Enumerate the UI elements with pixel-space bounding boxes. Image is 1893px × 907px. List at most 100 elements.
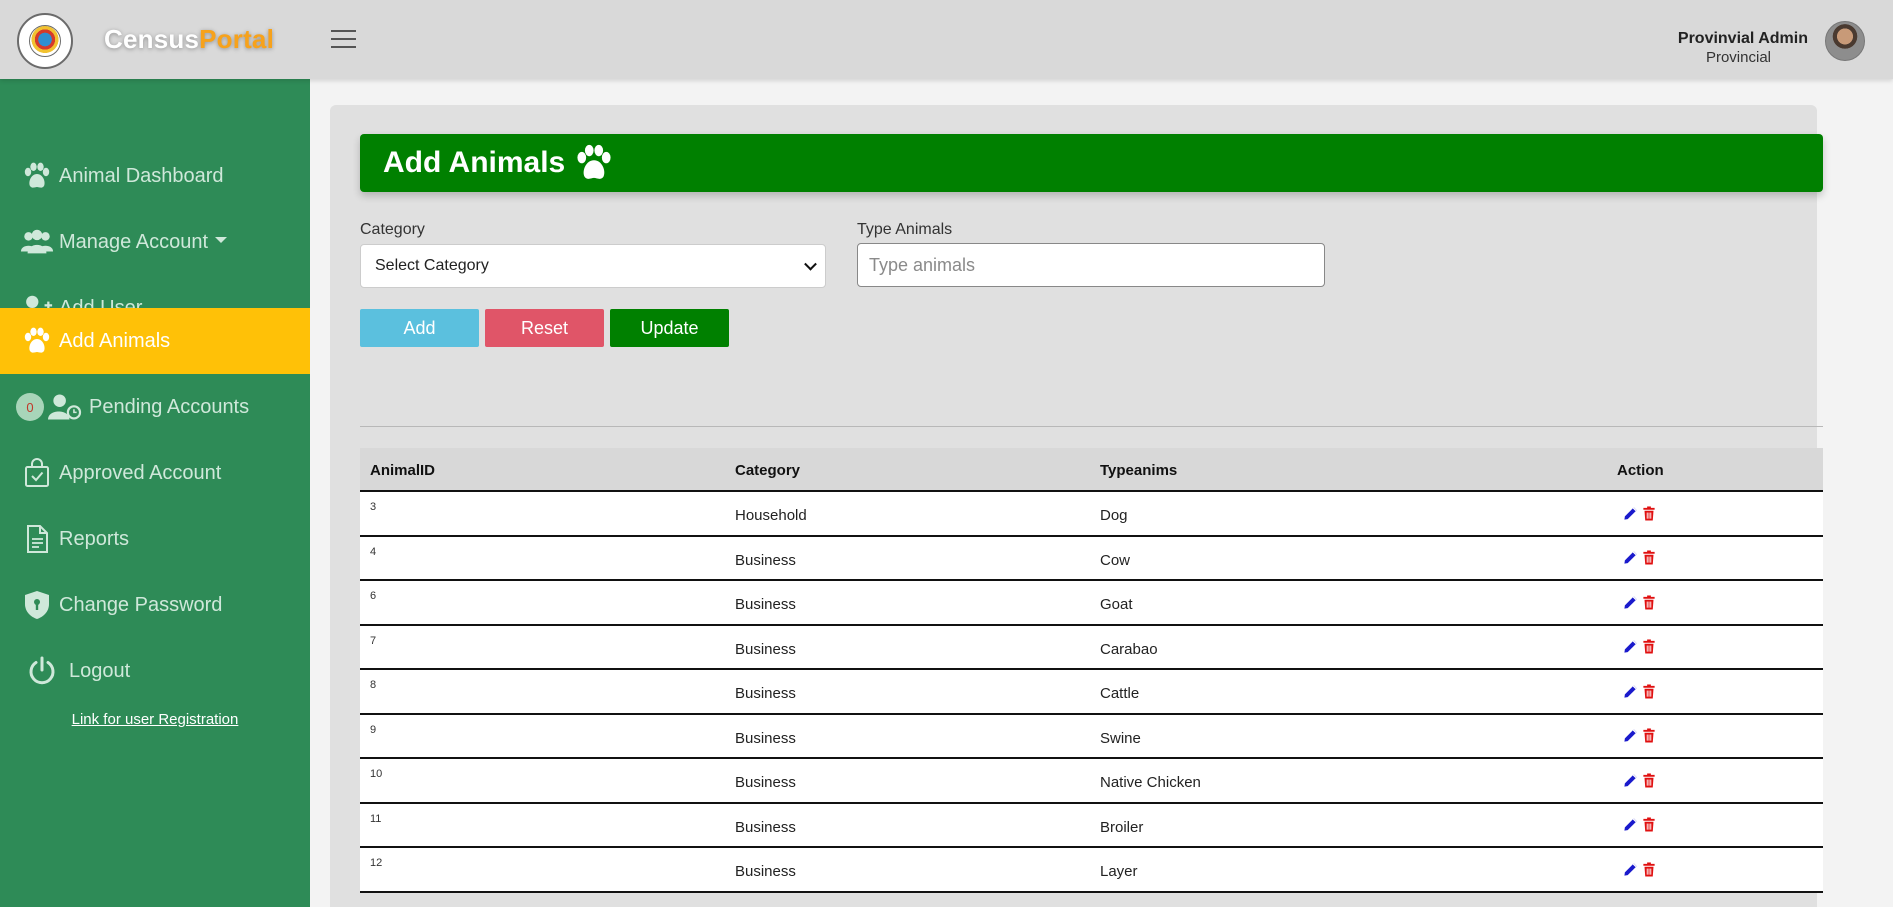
brand-logo[interactable]: CensusPortal bbox=[104, 24, 274, 55]
edit-pencil-icon[interactable] bbox=[1622, 772, 1638, 788]
cell-category: Business bbox=[735, 551, 796, 569]
sidebar-item-logout[interactable]: Logout bbox=[0, 638, 310, 704]
sidebar-item-change-password[interactable]: Change Password bbox=[0, 572, 310, 638]
type-animals-label: Type Animals bbox=[857, 221, 953, 238]
sidebar-item-add-animals[interactable]: Add Animals bbox=[0, 308, 310, 374]
divider bbox=[360, 426, 1823, 427]
delete-trash-icon[interactable] bbox=[1641, 594, 1657, 610]
users-icon bbox=[20, 225, 54, 259]
table-row: 9 Business Swine bbox=[360, 714, 1823, 759]
cell-type: Cow bbox=[1100, 551, 1131, 569]
cell-type: Broiler bbox=[1100, 818, 1144, 836]
shield-lock-icon bbox=[20, 588, 54, 622]
sidebar-item-label: Add Animals bbox=[59, 329, 171, 352]
cell-type: Carabao bbox=[1100, 640, 1158, 658]
sidebar-item-label: Logout bbox=[69, 659, 131, 682]
delete-trash-icon[interactable] bbox=[1641, 861, 1657, 877]
delete-trash-icon[interactable] bbox=[1641, 728, 1657, 744]
sidebar-item-label: Change Password bbox=[59, 593, 223, 616]
page-banner: Add Animals bbox=[360, 134, 1823, 192]
cell-type: Cattle bbox=[1100, 685, 1140, 702]
chevron-down-icon bbox=[215, 237, 227, 244]
cell-category: Business bbox=[735, 863, 796, 880]
update-button[interactable]: Update bbox=[610, 309, 729, 347]
pending-count-badge: 0 bbox=[16, 393, 44, 421]
power-icon bbox=[25, 654, 59, 688]
edit-pencil-icon[interactable] bbox=[1622, 683, 1638, 699]
page-title: Add Animals bbox=[383, 146, 566, 179]
cell-category: Business bbox=[735, 729, 796, 747]
top-header: CensusPortal Provinvial Admin Provincial bbox=[0, 0, 1893, 79]
cell-id: 8 bbox=[370, 679, 377, 691]
sidebar-item-approved-account[interactable]: Approved Account bbox=[0, 440, 310, 506]
avatar[interactable] bbox=[1825, 21, 1865, 61]
delete-trash-icon[interactable] bbox=[1641, 550, 1657, 566]
cell-category: Business bbox=[735, 774, 796, 791]
brand-accent: Portal bbox=[199, 24, 275, 54]
sidebar-item-reports[interactable]: Reports bbox=[0, 506, 310, 572]
delete-trash-icon[interactable] bbox=[1641, 505, 1657, 521]
edit-pencil-icon[interactable] bbox=[1622, 594, 1638, 610]
table-row: 6 Business Goat bbox=[360, 581, 1823, 626]
sidebar-item-label: Manage Account bbox=[59, 230, 208, 253]
type-animals-input[interactable] bbox=[857, 243, 1325, 287]
brand-main: Census bbox=[104, 24, 200, 54]
edit-pencil-icon[interactable] bbox=[1622, 550, 1638, 566]
sidebar-item-pending-accounts[interactable]: 0 Pending Accounts bbox=[0, 374, 310, 440]
table-row: 4 Business Cow bbox=[360, 536, 1823, 581]
cell-id: 12 bbox=[370, 857, 383, 869]
cell-type: Goat bbox=[1100, 596, 1133, 613]
column-header-action: Action bbox=[1617, 462, 1664, 479]
table-header: AnimalID Category Typeanims Action bbox=[360, 448, 1823, 492]
edit-pencil-icon[interactable] bbox=[1622, 639, 1638, 655]
sidebar-item-manage-account[interactable]: Manage Account bbox=[0, 209, 310, 275]
registration-link[interactable]: Link for user Registration bbox=[0, 711, 310, 728]
category-label: Category bbox=[360, 221, 425, 238]
category-select-value: Select Category bbox=[375, 257, 489, 274]
sidebar-item-label: Pending Accounts bbox=[89, 395, 250, 418]
province-seal-logo bbox=[17, 13, 73, 69]
reset-button[interactable]: Reset bbox=[485, 309, 604, 347]
cell-type: Swine bbox=[1100, 729, 1141, 747]
cell-category: Business bbox=[735, 685, 796, 702]
edit-pencil-icon[interactable] bbox=[1622, 728, 1638, 744]
table-row: 11 Business Broiler bbox=[360, 803, 1823, 848]
table-row: 8 Business Cattle bbox=[360, 670, 1823, 715]
shopping-bag-check-icon bbox=[20, 456, 54, 490]
add-button[interactable]: Add bbox=[360, 309, 479, 347]
menu-toggle-icon[interactable] bbox=[331, 30, 356, 50]
table-row: 12 Business Layer bbox=[360, 848, 1823, 893]
delete-trash-icon[interactable] bbox=[1641, 772, 1657, 788]
column-header-type: Typeanims bbox=[1100, 462, 1178, 479]
cell-id: 6 bbox=[370, 590, 377, 602]
category-select[interactable]: Select Category bbox=[360, 244, 826, 288]
table-row: 10 Business Native Chicken bbox=[360, 759, 1823, 804]
chevron-down-icon bbox=[804, 257, 817, 271]
edit-pencil-icon[interactable] bbox=[1622, 505, 1638, 521]
cell-category: Business bbox=[735, 818, 796, 836]
animals-table: AnimalID Category Typeanims Action 3 Hous… bbox=[360, 448, 1823, 893]
cell-category: Business bbox=[735, 640, 796, 658]
cell-id: 11 bbox=[370, 812, 382, 825]
file-text-icon bbox=[20, 522, 54, 556]
user-role: Provincial bbox=[1705, 49, 1771, 66]
sidebar-item-animal-dashboard[interactable]: Animal Dashboard bbox=[0, 143, 310, 209]
sidebar-item-label: Approved Account bbox=[59, 461, 222, 484]
sidebar-item-label: Animal Dashboard bbox=[59, 164, 224, 187]
cell-id: 7 bbox=[370, 634, 377, 647]
paw-icon bbox=[20, 159, 54, 193]
table-row: 3 Household Dog bbox=[360, 492, 1823, 537]
table-body: 3 Household Dog 4 Business Cow 6 Business Goat 7 B… bbox=[360, 492, 1823, 893]
delete-trash-icon[interactable] bbox=[1641, 639, 1657, 655]
delete-trash-icon[interactable] bbox=[1641, 817, 1657, 833]
cell-category: Business bbox=[735, 596, 796, 613]
paw-icon bbox=[573, 144, 615, 182]
cell-type: Layer bbox=[1100, 863, 1138, 880]
edit-pencil-icon[interactable] bbox=[1622, 817, 1638, 833]
table-row: 7 Business Carabao bbox=[360, 625, 1823, 670]
cell-id: 4 bbox=[370, 545, 377, 558]
paw-icon bbox=[20, 324, 54, 358]
cell-id: 3 bbox=[370, 501, 377, 513]
edit-pencil-icon[interactable] bbox=[1622, 861, 1638, 877]
delete-trash-icon[interactable] bbox=[1641, 683, 1657, 699]
